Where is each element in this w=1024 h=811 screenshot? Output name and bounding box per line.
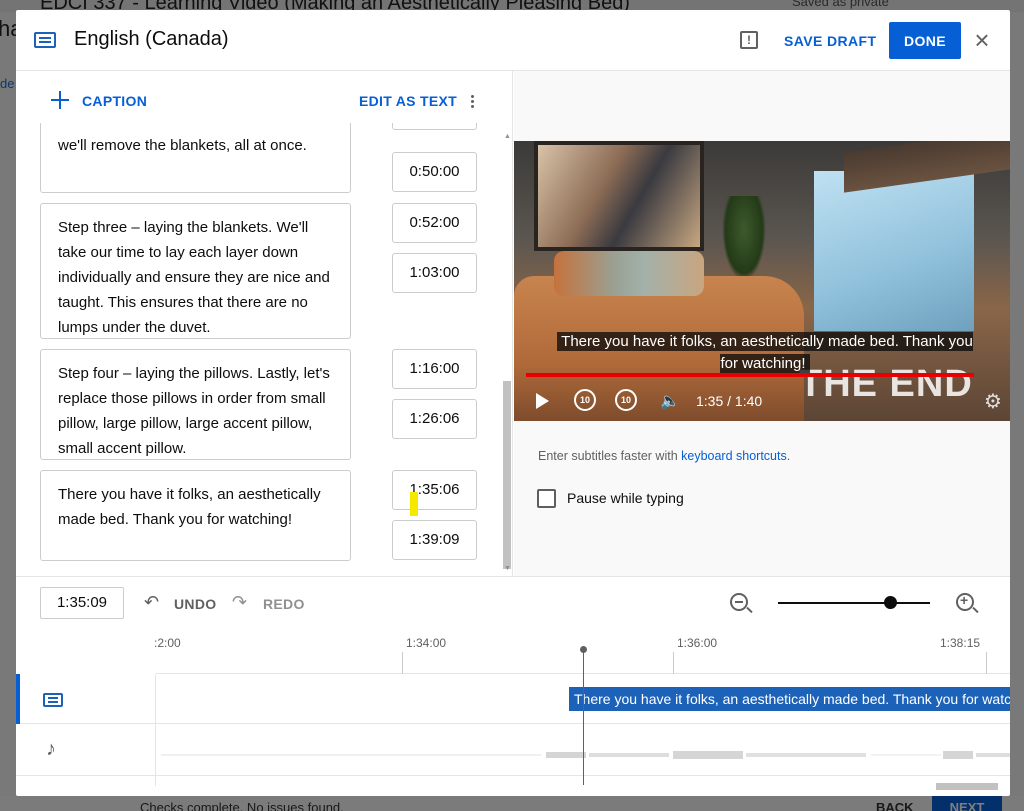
segment-2-start-time[interactable]: 0:52:00 — [392, 203, 477, 243]
active-track-indicator — [16, 674, 20, 724]
tick-mark — [673, 652, 674, 674]
caption-editor-pane: CAPTION EDIT AS TEXT we'll remove the bl… — [16, 71, 513, 576]
pause-while-typing-checkbox[interactable] — [537, 489, 556, 508]
segment-1-text[interactable]: we'll remove the blankets, all at once. — [40, 121, 351, 193]
save-draft-button[interactable]: SAVE DRAFT — [772, 23, 888, 59]
dialog-header: English (Canada) ! SAVE DRAFT DONE × — [16, 10, 1010, 71]
current-time-field[interactable]: 1:35:09 — [40, 587, 124, 619]
undo-button[interactable]: UNDO — [174, 596, 216, 612]
timeline-horizontal-scrollbar[interactable] — [936, 783, 998, 790]
text-cursor-highlight — [410, 492, 418, 516]
redo-icon[interactable]: ↷ — [232, 592, 247, 613]
done-button[interactable]: DONE — [889, 22, 961, 59]
caption-toolbar: CAPTION EDIT AS TEXT — [16, 71, 512, 123]
segment-4-text[interactable]: There you have it folks, an aestheticall… — [40, 470, 351, 561]
pause-while-typing-label[interactable]: Pause while typing — [567, 490, 684, 506]
timeline-toolbar: 1:35:09 ↶ UNDO ↷ REDO — [16, 576, 1010, 628]
video-frame-artwork — [534, 141, 704, 251]
tick-label: 1:36:00 — [677, 636, 718, 650]
video-frame-plant — [722, 196, 766, 281]
timeline-playhead[interactable] — [583, 650, 584, 785]
zoom-out-icon[interactable] — [730, 593, 748, 611]
audio-waveform — [161, 751, 1010, 759]
undo-icon[interactable]: ↶ — [144, 592, 159, 613]
video-caption-text: There you have it folks, an aestheticall… — [557, 332, 973, 373]
shortcut-hint: Enter subtitles faster with keyboard sho… — [538, 449, 790, 463]
segment-1-end-time[interactable]: 0:50:00 — [392, 152, 477, 192]
play-icon[interactable] — [536, 393, 549, 409]
volume-icon[interactable]: 🔈 — [660, 391, 680, 411]
segment-3-text[interactable]: Step four – laying the pillows. Lastly, … — [40, 349, 351, 460]
segment-3-start-time[interactable]: 1:16:00 — [392, 349, 477, 389]
tick-label: 1:38:15 — [940, 636, 981, 650]
segment-2-text[interactable]: Step three – laying the blankets. We'll … — [40, 203, 351, 339]
video-frame-pillows — [554, 251, 704, 296]
shortcut-hint-suffix: . — [786, 449, 791, 463]
scroll-up-arrow-icon[interactable]: ▲ — [504, 133, 511, 140]
scroll-down-arrow-icon[interactable]: ▼ — [504, 565, 511, 572]
report-feedback-icon[interactable]: ! — [740, 31, 758, 49]
language-title: English (Canada) — [74, 28, 229, 50]
video-frame-window — [814, 171, 974, 331]
zoom-in-icon[interactable] — [956, 592, 974, 611]
redo-button[interactable]: REDO — [263, 596, 305, 612]
tick-label: :2:00 — [154, 636, 181, 650]
add-caption-button[interactable]: CAPTION — [82, 93, 147, 109]
edit-as-text-button[interactable]: EDIT AS TEXT — [359, 93, 457, 109]
more-options-icon[interactable] — [471, 95, 475, 109]
tick-mark — [402, 652, 403, 674]
segment-2-end-time[interactable]: 1:03:00 — [392, 253, 477, 293]
caption-track: There you have it folks, an aestheticall… — [16, 674, 1010, 724]
zoom-slider-track[interactable] — [778, 602, 930, 604]
segment-4-end-time[interactable]: 1:39:09 — [392, 520, 477, 560]
video-time-display: 1:35 / 1:40 — [696, 393, 763, 409]
segment-4-start-time[interactable]: 1:35:06 — [392, 470, 477, 510]
video-progress-bar[interactable] — [526, 373, 975, 377]
video-player[interactable]: THE END There you have it folks, an aest… — [514, 141, 1010, 421]
zoom-slider-thumb[interactable] — [884, 596, 897, 609]
playhead-handle[interactable] — [580, 646, 587, 653]
subtitle-editor-dialog: English (Canada) ! SAVE DRAFT DONE × CAP… — [16, 10, 1010, 796]
tick-label: 1:34:00 — [406, 636, 447, 650]
add-icon[interactable] — [50, 90, 70, 110]
music-note-icon: ♪ — [46, 738, 56, 760]
caption-block[interactable]: There you have it folks, an aestheticall… — [569, 687, 1010, 711]
forward-10-icon[interactable]: 10 — [615, 389, 637, 411]
video-caption-overlay: There you have it folks, an aestheticall… — [550, 331, 980, 375]
close-icon[interactable]: × — [970, 26, 994, 54]
segment-3-end-time[interactable]: 1:26:06 — [392, 399, 477, 439]
keyboard-shortcuts-link[interactable]: keyboard shortcuts — [681, 449, 787, 463]
rewind-10-icon[interactable]: 10 — [574, 389, 596, 411]
tick-mark — [986, 652, 987, 674]
preview-pane: THE END There you have it folks, an aest… — [514, 71, 1010, 576]
audio-track: ♪ — [16, 724, 1010, 776]
segments-scrollbar-thumb[interactable] — [503, 381, 511, 569]
subtitles-icon — [34, 32, 56, 48]
track-header-divider — [155, 674, 156, 786]
captions-track-icon — [43, 693, 63, 707]
video-controls: 10 10 🔈 1:35 / 1:40 ⚙ — [514, 381, 1010, 421]
settings-gear-icon[interactable]: ⚙ — [984, 389, 1002, 414]
shortcut-hint-prefix: Enter subtitles faster with — [538, 449, 682, 463]
